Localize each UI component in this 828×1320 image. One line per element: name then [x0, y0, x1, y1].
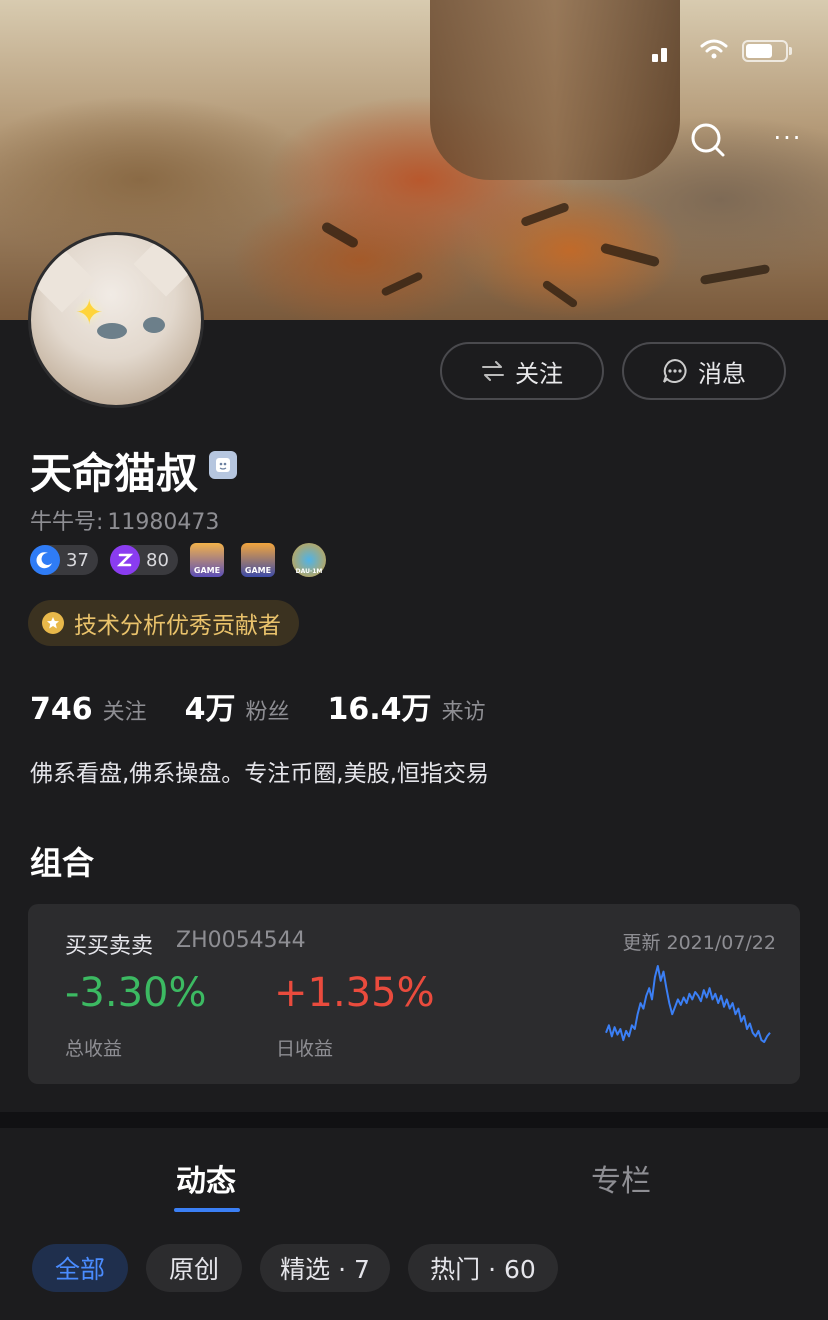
- sparkle-icon: ✦: [75, 293, 104, 333]
- active-tab-indicator: [174, 1208, 240, 1212]
- followers-count[interactable]: 4万: [185, 684, 236, 728]
- user-id-value: 11980473: [107, 510, 220, 535]
- filter-all[interactable]: 全部: [32, 1244, 128, 1292]
- portfolio-card[interactable]: 买买卖卖 ZH0054544 更新 2021/07/22 -3.30% +1.3…: [28, 904, 800, 1084]
- honor-label: 技术分析优秀贡献者: [74, 613, 281, 639]
- level-pill-z[interactable]: 80: [110, 545, 178, 575]
- star-medal-icon: [42, 612, 64, 634]
- search-icon[interactable]: [688, 120, 728, 160]
- user-id: 牛牛号: 11980473: [30, 504, 219, 536]
- level-value: 80: [146, 549, 169, 571]
- portfolio-section-title: 组合: [30, 844, 95, 882]
- sparkline-series: [605, 965, 771, 1043]
- game-badge-icon-1[interactable]: GAME: [190, 543, 224, 577]
- more-icon[interactable]: ···: [770, 126, 806, 152]
- game-badge-icon-2[interactable]: GAME: [241, 543, 275, 577]
- level-pill-moon[interactable]: 37: [30, 545, 98, 575]
- filter-hot[interactable]: 热门 · 60: [408, 1244, 558, 1292]
- profile-name: 天命猫叔: [30, 449, 199, 498]
- message-label: 消息: [698, 359, 746, 388]
- globe-badge-icon[interactable]: DAU·1M: [292, 543, 326, 577]
- level-value: 37: [66, 549, 89, 571]
- following-label[interactable]: 关注: [103, 694, 147, 726]
- portfolio-updated: 更新 2021/07/22: [622, 932, 776, 954]
- battery-icon: [742, 40, 792, 62]
- visitors-count: 16.4万: [327, 692, 432, 727]
- follow-label: 关注: [515, 359, 563, 388]
- portfolio-name: 买买卖卖: [65, 934, 154, 959]
- user-id-label: 牛牛号:: [30, 510, 104, 535]
- follow-button[interactable]: 关注: [440, 342, 604, 400]
- following-count[interactable]: 746: [30, 692, 93, 727]
- banner-tree: [430, 0, 680, 180]
- avatar[interactable]: ✦: [28, 232, 204, 408]
- badge-text: DAU·1M: [295, 568, 323, 575]
- portfolio-day-return-label: 日收益: [276, 1038, 334, 1060]
- badge-text: GAME: [244, 566, 272, 575]
- profile-bio: 佛系看盘,佛系操盘。专注币圈,美股,恒指交易: [30, 761, 489, 787]
- chat-bubble-icon: [662, 358, 688, 384]
- portfolio-sparkline: [605, 965, 771, 1043]
- portfolio-total-return-label: 总收益: [65, 1038, 123, 1060]
- swap-arrows-icon: [481, 361, 505, 381]
- portfolio-code: ZH0054544: [176, 928, 306, 953]
- section-divider: [0, 1112, 828, 1128]
- verified-badge-icon[interactable]: [209, 451, 237, 479]
- cell-signal-icon: [652, 44, 670, 62]
- followers-label[interactable]: 粉丝: [246, 694, 290, 726]
- profile-stats: 746 关注 4万 粉丝 16.4万 来访: [30, 684, 524, 728]
- badge-text: GAME: [193, 566, 221, 575]
- message-button[interactable]: 消息: [622, 342, 786, 400]
- portfolio-day-return: +1.35%: [274, 970, 435, 1016]
- filter-featured[interactable]: 精选 · 7: [260, 1244, 390, 1292]
- portfolio-total-return: -3.30%: [65, 970, 207, 1016]
- wifi-icon: [700, 38, 728, 62]
- visitors-label: 来访: [441, 700, 486, 725]
- tab-column[interactable]: 专栏: [521, 1156, 721, 1200]
- filter-original[interactable]: 原创: [146, 1244, 242, 1292]
- moon-level-icon: [30, 545, 60, 575]
- honor-tag[interactable]: 技术分析优秀贡献者: [28, 600, 299, 646]
- z-level-icon: [110, 545, 140, 575]
- tab-feed[interactable]: 动态: [106, 1156, 306, 1200]
